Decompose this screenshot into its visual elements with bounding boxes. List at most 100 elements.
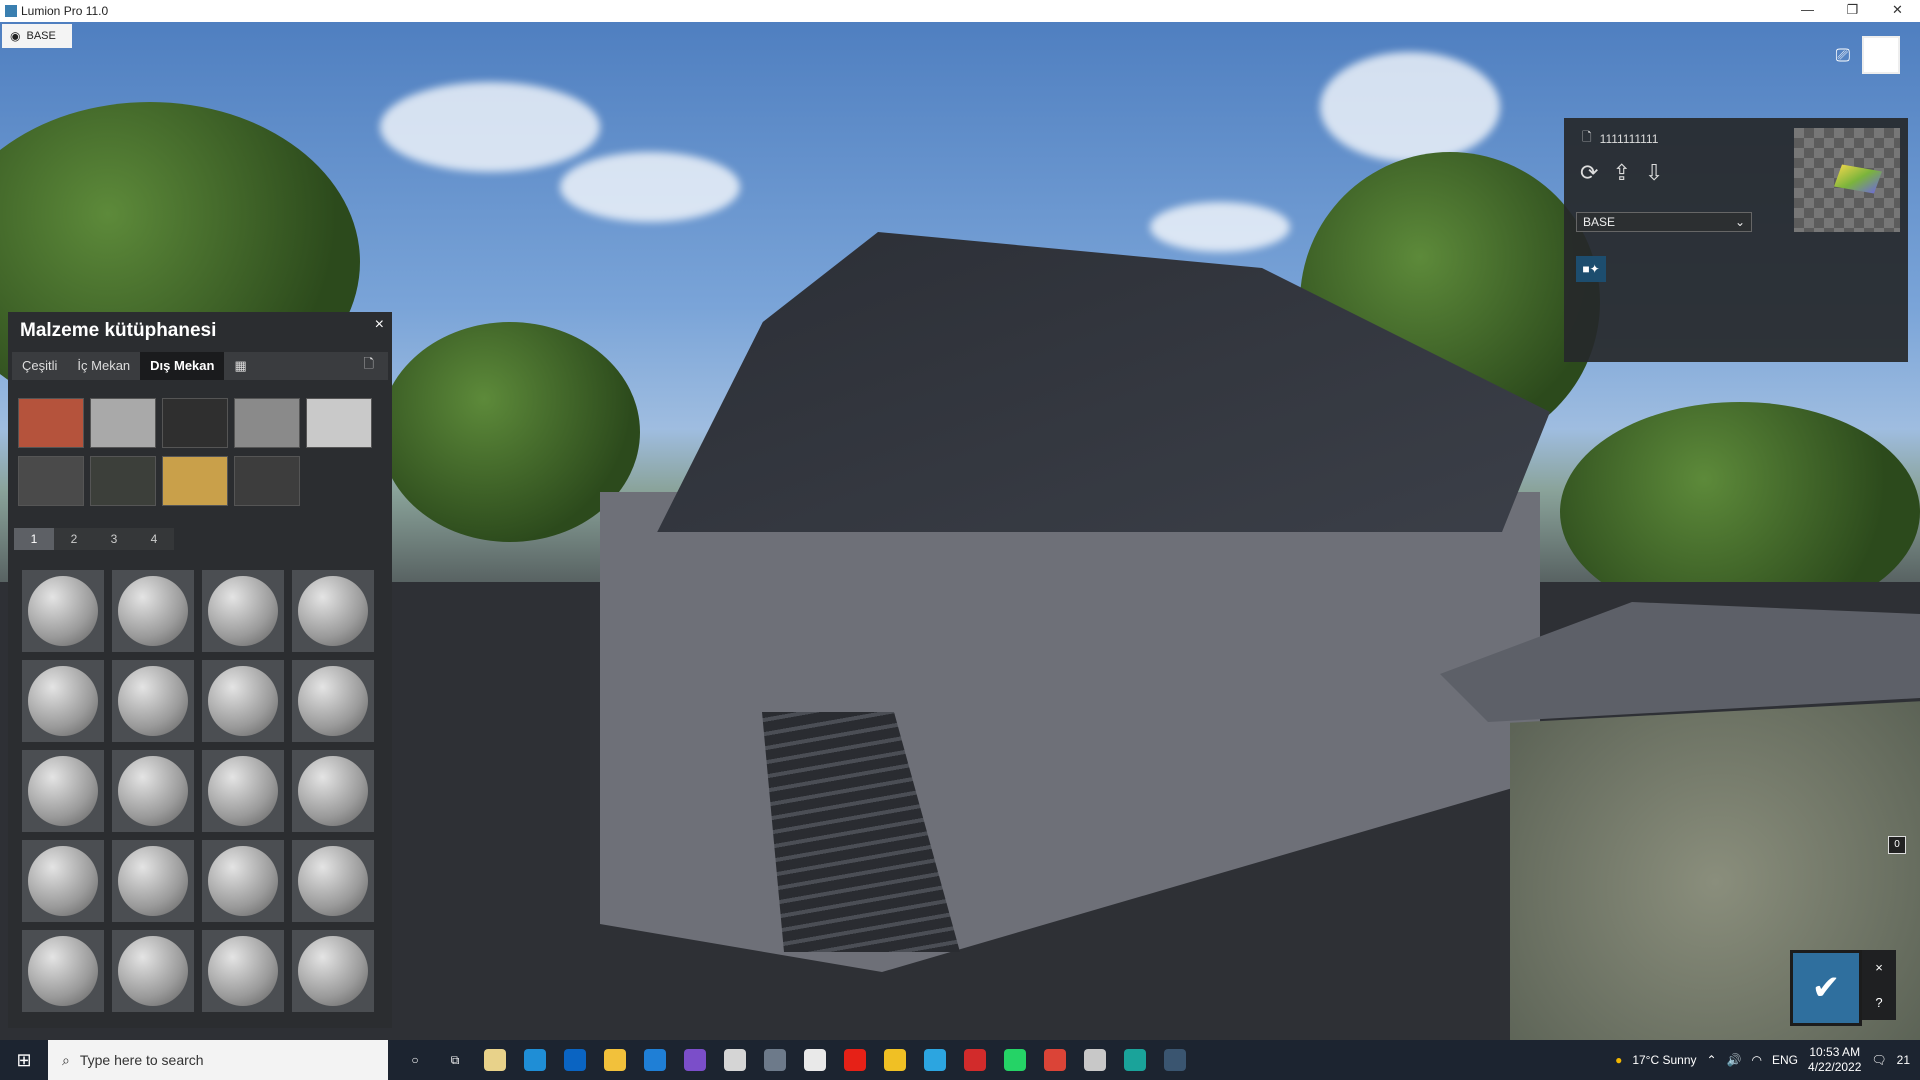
material-toggle-button[interactable]: ■✦ <box>1576 256 1606 282</box>
material-thumbnail[interactable] <box>112 570 194 652</box>
fullscreen-button[interactable] <box>1862 36 1900 74</box>
material-thumbnail[interactable] <box>202 840 284 922</box>
material-thumbnail[interactable] <box>112 840 194 922</box>
material-thumbnail[interactable] <box>202 570 284 652</box>
file-explorer-icon[interactable] <box>604 1049 626 1071</box>
layer-select[interactable]: BASE ⌄ <box>1576 212 1752 232</box>
material-thumbnail[interactable] <box>292 750 374 832</box>
whatsapp-icon[interactable] <box>1004 1049 1026 1071</box>
lumion-icon[interactable] <box>1164 1049 1186 1071</box>
material-thumbnail[interactable] <box>22 660 104 742</box>
app-icon[interactable] <box>1084 1049 1106 1071</box>
material-sphere <box>28 936 98 1006</box>
layer-select-value: BASE <box>1583 215 1616 229</box>
chrome-icon[interactable] <box>884 1049 906 1071</box>
material-thumbnail[interactable] <box>22 570 104 652</box>
material-sphere <box>28 756 98 826</box>
material-swatch[interactable] <box>162 398 228 448</box>
material-thumbnail[interactable] <box>292 840 374 922</box>
camera-icon[interactable]: ⎚ <box>1836 45 1850 66</box>
language-indicator[interactable]: ENG <box>1772 1053 1798 1067</box>
view-mode-label: BASE <box>26 30 56 42</box>
material-swatch[interactable] <box>234 456 300 506</box>
store-icon[interactable] <box>644 1049 666 1071</box>
material-thumbnail[interactable] <box>202 930 284 1012</box>
page-2[interactable]: 2 <box>54 528 94 550</box>
material-sphere <box>208 936 278 1006</box>
restore-button[interactable]: ❐ <box>1830 0 1875 22</box>
material-name[interactable]: 1111111111 <box>1600 132 1659 146</box>
zero-badge[interactable]: 0 <box>1888 836 1906 854</box>
material-swatch[interactable] <box>306 398 372 448</box>
material-swatch[interactable] <box>234 398 300 448</box>
page-1[interactable]: 1 <box>14 528 54 550</box>
material-thumbnail[interactable] <box>202 750 284 832</box>
acrobat-icon[interactable] <box>964 1049 986 1071</box>
taskbar-apps: ○ ⧉ <box>404 1049 1186 1071</box>
material-sphere <box>118 756 188 826</box>
help-icon[interactable]: ? <box>1875 995 1882 1010</box>
mail-icon[interactable] <box>564 1049 586 1071</box>
page-3[interactable]: 3 <box>94 528 134 550</box>
grid-icon[interactable]: ▦ <box>224 352 256 380</box>
tab-dis-mekan[interactable]: Dış Mekan <box>140 352 225 380</box>
material-swatch[interactable] <box>162 456 228 506</box>
tab-cesitli[interactable]: Çeşitli <box>12 352 67 380</box>
close-button[interactable]: ✕ <box>1875 0 1920 22</box>
app-icon[interactable] <box>484 1049 506 1071</box>
search-icon: ⌕ <box>62 1051 70 1068</box>
material-sphere <box>298 936 368 1006</box>
notifications-icon[interactable]: 🗨 <box>1871 1053 1886 1067</box>
chevron-up-icon[interactable]: ⌃ <box>1707 1053 1717 1067</box>
material-thumbnail[interactable] <box>292 660 374 742</box>
material-swatch[interactable] <box>18 398 84 448</box>
refresh-icon[interactable]: ⟳ <box>1580 160 1598 186</box>
material-thumbnail[interactable] <box>22 840 104 922</box>
export-icon[interactable]: ⇪ <box>1612 160 1630 186</box>
clock-date: 4/22/2022 <box>1808 1060 1862 1074</box>
eye-icon: ◉ <box>10 29 21 43</box>
telegram-icon[interactable] <box>924 1049 946 1071</box>
material-swatch[interactable] <box>90 456 156 506</box>
material-thumbnail[interactable] <box>202 660 284 742</box>
material-thumbnail[interactable] <box>112 750 194 832</box>
calculator-icon[interactable] <box>764 1049 786 1071</box>
youtube-icon[interactable] <box>844 1049 866 1071</box>
wifi-icon[interactable]: ◠ <box>1752 1053 1762 1067</box>
library-pages: 1 2 3 4 <box>14 528 174 550</box>
close-icon[interactable]: × <box>1875 960 1883 975</box>
import-icon[interactable]: ⇩ <box>1645 160 1663 186</box>
material-thumbnail[interactable] <box>292 930 374 1012</box>
material-thumbnail[interactable] <box>112 660 194 742</box>
material-editor-panel: 🗋 1111111111 ⟳ ⇪ ⇩ BASE ⌄ ■✦ <box>1564 118 1908 362</box>
material-thumbnail[interactable] <box>22 930 104 1012</box>
paint-icon[interactable] <box>724 1049 746 1071</box>
tab-ic-mekan[interactable]: İç Mekan <box>67 352 140 380</box>
visual-studio-icon[interactable] <box>684 1049 706 1071</box>
confirm-button[interactable]: ✔ <box>1790 950 1862 1026</box>
app-icon <box>5 5 17 17</box>
material-thumbnail[interactable] <box>22 750 104 832</box>
material-thumbnail[interactable] <box>112 930 194 1012</box>
weather-text[interactable]: 17°C Sunny <box>1632 1053 1696 1067</box>
cortana-icon[interactable]: ○ <box>404 1049 426 1071</box>
minimize-button[interactable]: — <box>1785 0 1830 22</box>
material-thumbnail[interactable] <box>292 570 374 652</box>
chrome-profile-icon[interactable] <box>1044 1049 1066 1071</box>
library-tabs: Çeşitli İç Mekan Dış Mekan ▦ 🗋 <box>12 352 388 380</box>
taskbar-search[interactable]: ⌕ Type here to search <box>48 1040 388 1080</box>
maps-icon[interactable] <box>804 1049 826 1071</box>
3dsmax-icon[interactable] <box>1124 1049 1146 1071</box>
page-4[interactable]: 4 <box>134 528 174 550</box>
close-icon[interactable]: × <box>375 316 384 334</box>
material-swatch[interactable] <box>90 398 156 448</box>
edge-icon[interactable] <box>524 1049 546 1071</box>
clock[interactable]: 10:53 AM 4/22/2022 <box>1808 1045 1861 1075</box>
chevron-down-icon: ⌄ <box>1734 215 1745 229</box>
view-mode-chip[interactable]: ◉ BASE <box>2 24 72 48</box>
file-icon[interactable]: 🗋 <box>350 355 388 377</box>
material-swatch[interactable] <box>18 456 84 506</box>
volume-icon[interactable]: 🔊 <box>1727 1053 1742 1067</box>
task-view-icon[interactable]: ⧉ <box>444 1049 466 1071</box>
windows-start-icon[interactable]: ⊞ <box>0 1050 48 1071</box>
